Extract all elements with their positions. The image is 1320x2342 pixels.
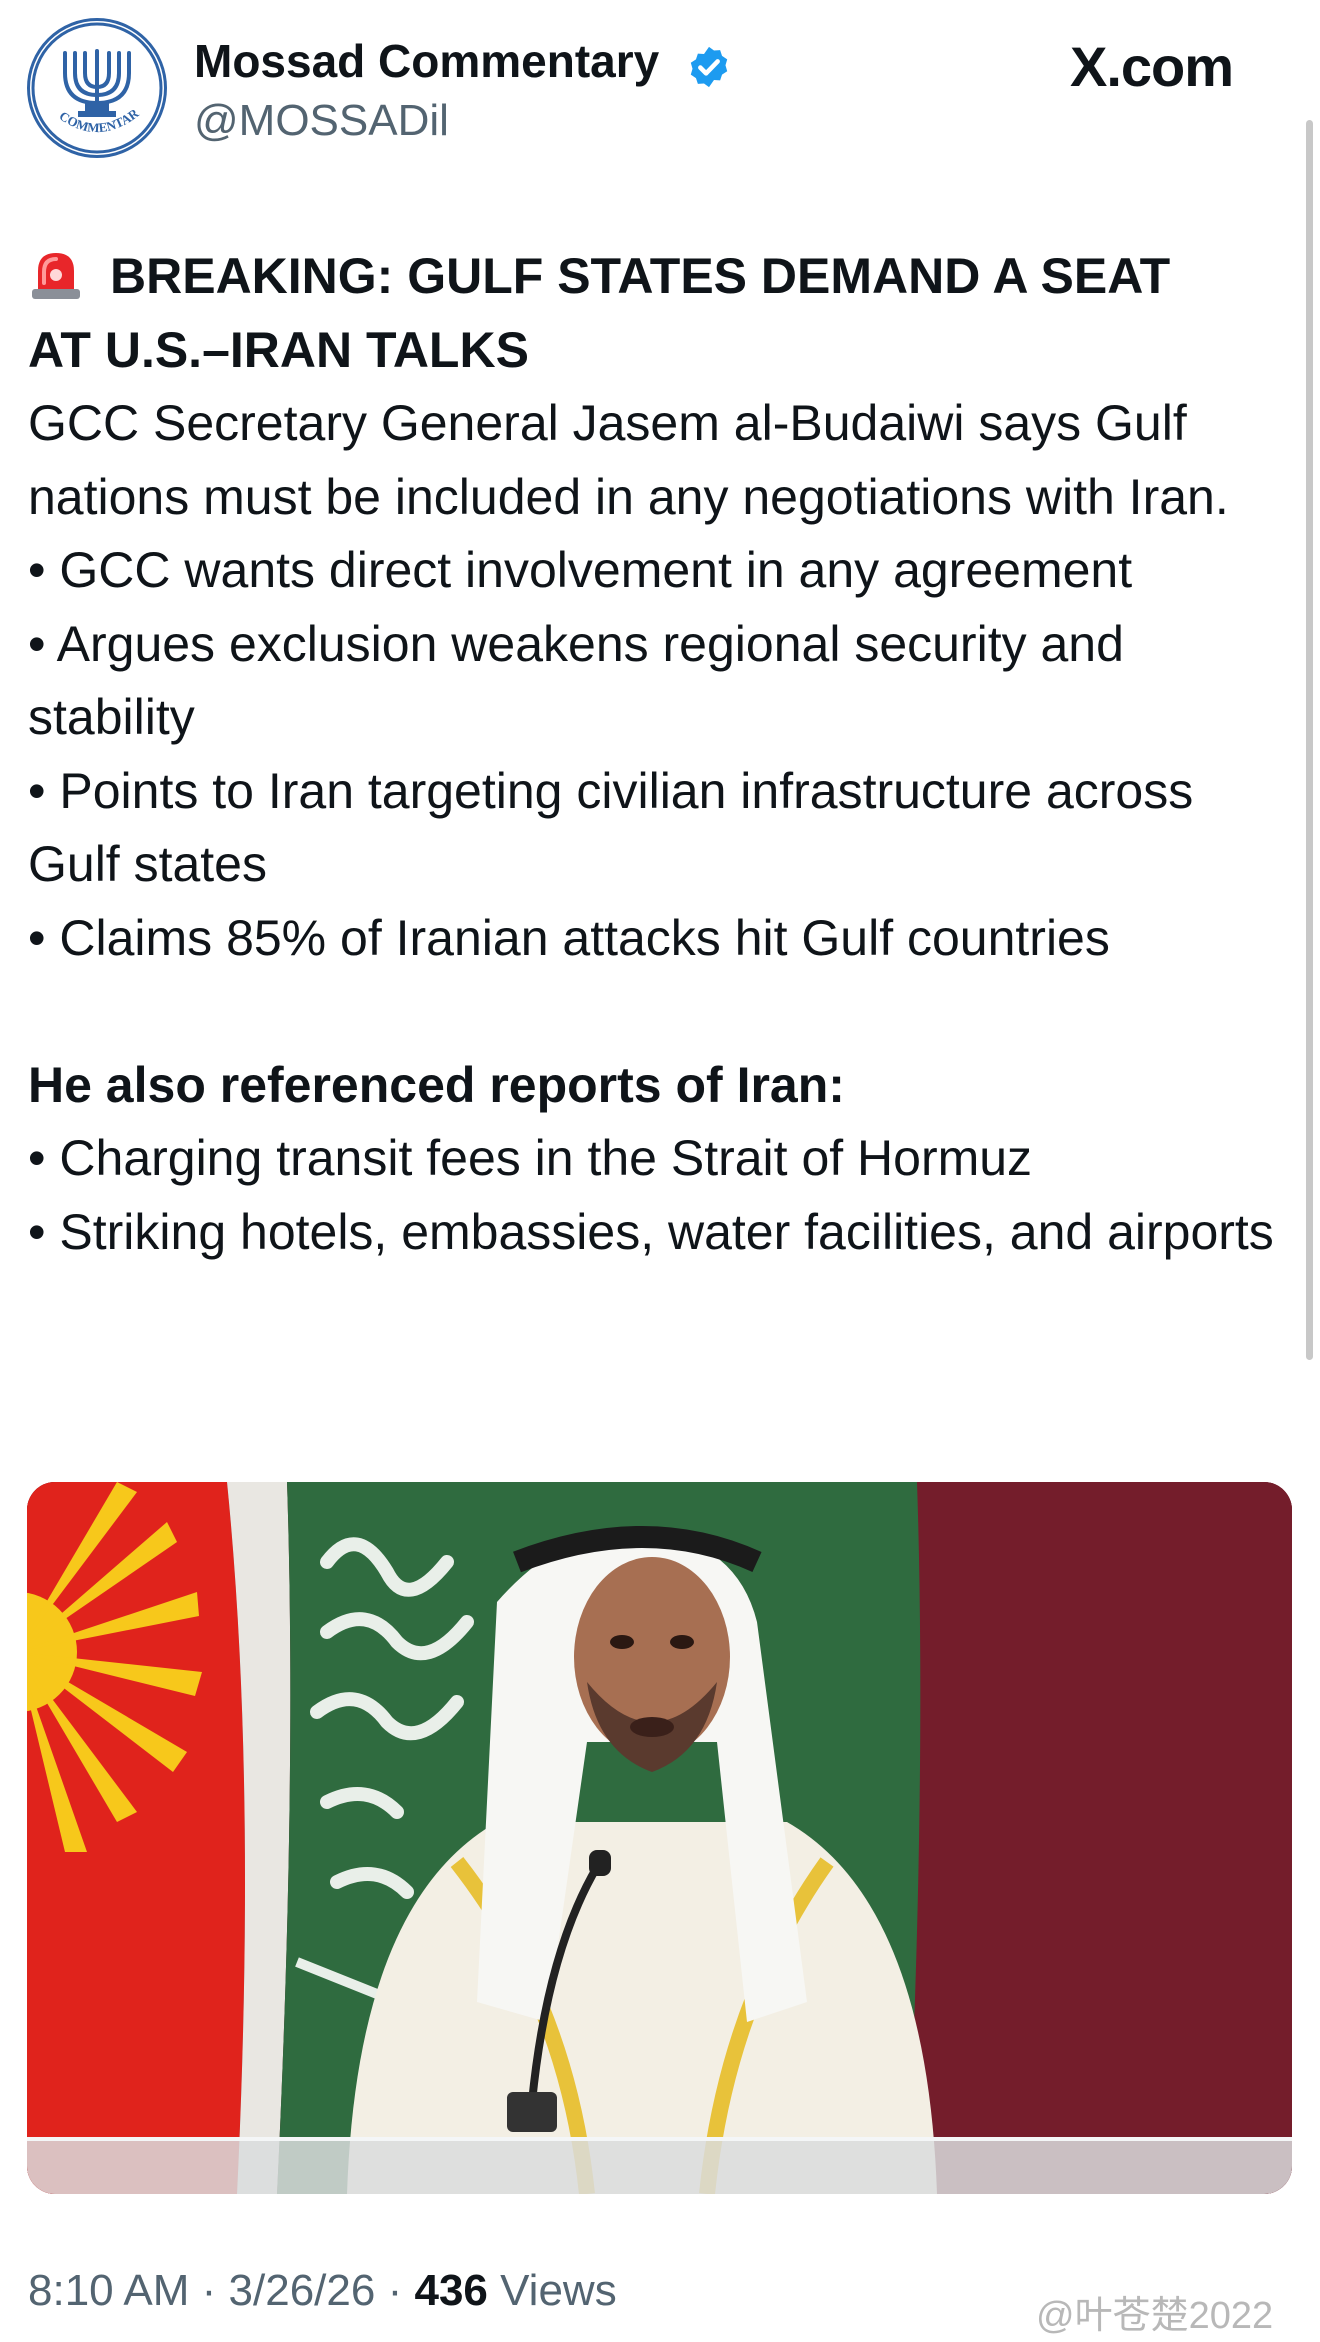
post-text: BREAKING: GULF STATES DEMAND A SEAT AT U…	[28, 240, 1278, 1269]
bullet-item: • Charging transit fees in the Strait of…	[28, 1130, 1033, 1186]
watermark: @叶苍楚2022	[1036, 2295, 1274, 2337]
headline: BREAKING: GULF STATES DEMAND A SEAT	[28, 240, 1278, 314]
headline-line1: BREAKING: GULF STATES DEMAND A SEAT	[110, 248, 1171, 304]
bullet-item: • GCC wants direct involvement in any ag…	[28, 542, 1133, 598]
scrollbar[interactable]	[1306, 120, 1313, 1360]
site-logo: X.com	[1070, 35, 1234, 98]
bullet-item: • Claims 85% of Iranian attacks hit Gulf…	[28, 909, 1110, 966]
intro-paragraph: GCC Secretary General Jasem al-Budaiwi s…	[28, 395, 1229, 525]
siren-emoji-icon	[32, 253, 80, 299]
post-meta: 8:10 AM · 3/26/26 · 436 Views	[28, 2266, 617, 2316]
handle[interactable]: @MOSSADil	[194, 96, 449, 146]
post-header: COMMENTARY Mossad Commentary @MOSSADil X…	[0, 0, 1320, 200]
separator: ·	[189, 2266, 229, 2315]
separator: ·	[375, 2266, 415, 2315]
speaker-photo	[27, 1482, 1292, 2194]
display-name[interactable]: Mossad Commentary	[194, 34, 659, 88]
bullet-item: • Striking hotels, embassies, water faci…	[28, 1203, 1274, 1260]
bullet-item: • Argues exclusion weakens regional secu…	[28, 615, 1124, 746]
views-label: Views	[487, 2266, 617, 2315]
headline-line2: AT U.S.–IRAN TALKS	[28, 321, 529, 378]
menorah-logo-icon: COMMENTARY	[30, 21, 163, 154]
avatar[interactable]: COMMENTARY	[27, 18, 167, 158]
subheading: He also referenced reports of Iran:	[28, 1056, 845, 1113]
views-count: 436	[414, 2266, 488, 2315]
verified-badge-icon	[690, 46, 728, 88]
post-time[interactable]: 8:10 AM	[28, 2266, 189, 2315]
post-date[interactable]: 3/26/26	[229, 2266, 376, 2315]
bullet-item: • Points to Iran targeting civilian infr…	[28, 762, 1194, 893]
post-photo[interactable]	[27, 1482, 1292, 2194]
